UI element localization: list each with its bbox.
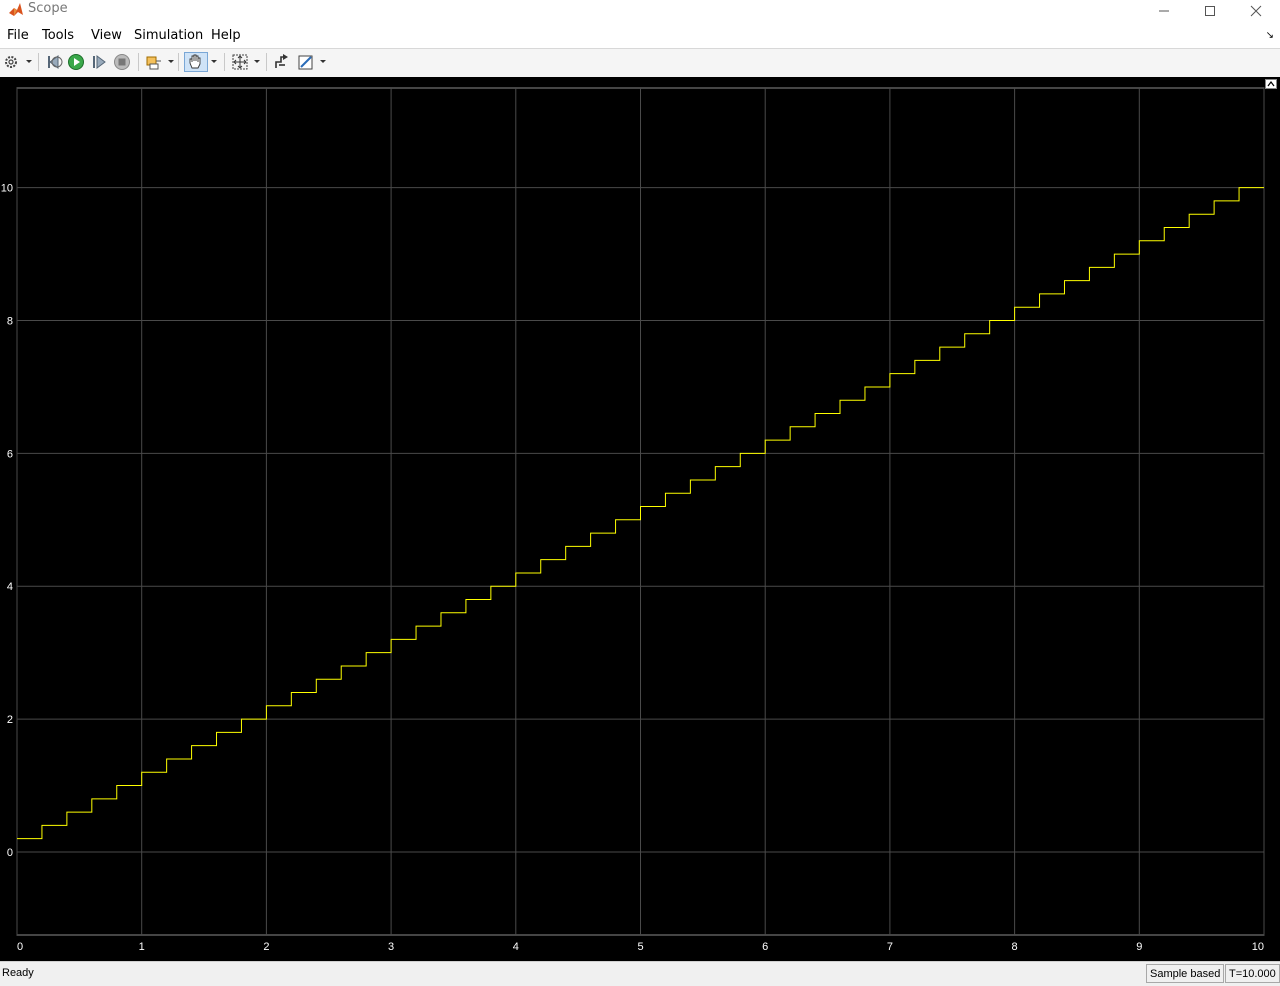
settings-button[interactable]	[3, 52, 19, 72]
step-back-button[interactable]	[45, 52, 63, 72]
toolbar-separator	[224, 53, 225, 71]
menu-view[interactable]: View	[91, 28, 122, 43]
toolbar-separator	[138, 53, 139, 71]
highlight-dropdown-icon[interactable]	[168, 60, 174, 63]
zoom-fit-icon	[232, 54, 248, 70]
scope-plot[interactable]: 0 1 2 3 4 5 6 7 8 9 10 0 2 4 6 8 10	[0, 77, 1280, 961]
x-tick-label: 9	[1136, 941, 1142, 953]
style-edit-icon	[298, 55, 313, 70]
x-tick-label: 10	[1252, 941, 1264, 953]
step-forward-button[interactable]	[90, 52, 108, 72]
style-dropdown-icon[interactable]	[320, 60, 326, 63]
y-tick-label: 4	[7, 581, 13, 593]
zoom-fit-button[interactable]	[231, 52, 249, 72]
sample-mode-indicator: Sample based	[1146, 964, 1225, 983]
window-title: Scope	[28, 1, 68, 16]
undock-arrow-icon[interactable]: ↘	[1266, 30, 1274, 41]
step-forward-icon	[93, 55, 106, 69]
step-back-icon	[48, 55, 63, 69]
run-icon	[68, 54, 84, 70]
y-tick-label: 0	[7, 847, 13, 859]
matlab-logo-icon	[9, 3, 23, 16]
toolbar-separator	[38, 53, 39, 71]
run-button[interactable]	[67, 52, 85, 72]
pan-icon	[189, 54, 201, 69]
stop-button[interactable]	[113, 52, 131, 72]
status-text: Ready	[2, 967, 34, 979]
menu-file[interactable]: File	[7, 28, 29, 43]
y-tick-label: 8	[7, 316, 13, 328]
minimize-button[interactable]	[1141, 0, 1187, 22]
signal-select-button[interactable]	[273, 52, 291, 72]
highlight-block-icon	[146, 56, 161, 70]
close-button[interactable]	[1233, 0, 1279, 22]
toolbar-separator	[266, 53, 267, 71]
simulation-time-indicator: T=10.000	[1225, 964, 1280, 983]
title-bar: Scope	[0, 0, 1280, 22]
maximize-axes-icon	[1267, 81, 1275, 87]
close-icon	[1250, 5, 1262, 17]
y-tick-label: 6	[7, 448, 13, 460]
menu-tools[interactable]: Tools	[42, 28, 74, 43]
x-tick-label: 3	[388, 941, 394, 953]
menu-bar: File Tools View Simulation Help	[0, 22, 1280, 48]
style-edit-button[interactable]	[297, 52, 315, 72]
menu-help[interactable]: Help	[211, 28, 241, 43]
expand-axes-button[interactable]	[1265, 79, 1277, 89]
settings-icon	[5, 56, 17, 68]
menu-simulation[interactable]: Simulation	[134, 28, 203, 43]
x-tick-label: 5	[637, 941, 643, 953]
x-tick-label: 7	[887, 941, 893, 953]
pan-button[interactable]	[184, 52, 208, 72]
minimize-icon	[1159, 10, 1169, 12]
status-bar: Ready Sample based T=10.000	[0, 961, 1280, 986]
x-tick-label: 6	[762, 941, 768, 953]
y-tick-label: 10	[1, 183, 13, 195]
toolbar-separator	[178, 53, 179, 71]
signal-select-icon	[275, 54, 288, 68]
maximize-button[interactable]	[1187, 0, 1233, 22]
x-tick-label: 1	[139, 941, 145, 953]
pan-dropdown-icon[interactable]	[211, 60, 217, 63]
highlight-block-button[interactable]	[145, 52, 163, 72]
x-tick-label: 0	[17, 941, 23, 953]
maximize-icon	[1205, 6, 1215, 16]
y-tick-label: 2	[7, 714, 13, 726]
x-tick-label: 8	[1012, 941, 1018, 953]
toolbar	[0, 48, 1280, 78]
x-tick-label: 4	[513, 941, 519, 953]
stop-icon	[114, 54, 130, 70]
settings-dropdown-icon[interactable]	[26, 60, 32, 63]
x-tick-label: 2	[263, 941, 269, 953]
zoom-dropdown-icon[interactable]	[254, 60, 260, 63]
